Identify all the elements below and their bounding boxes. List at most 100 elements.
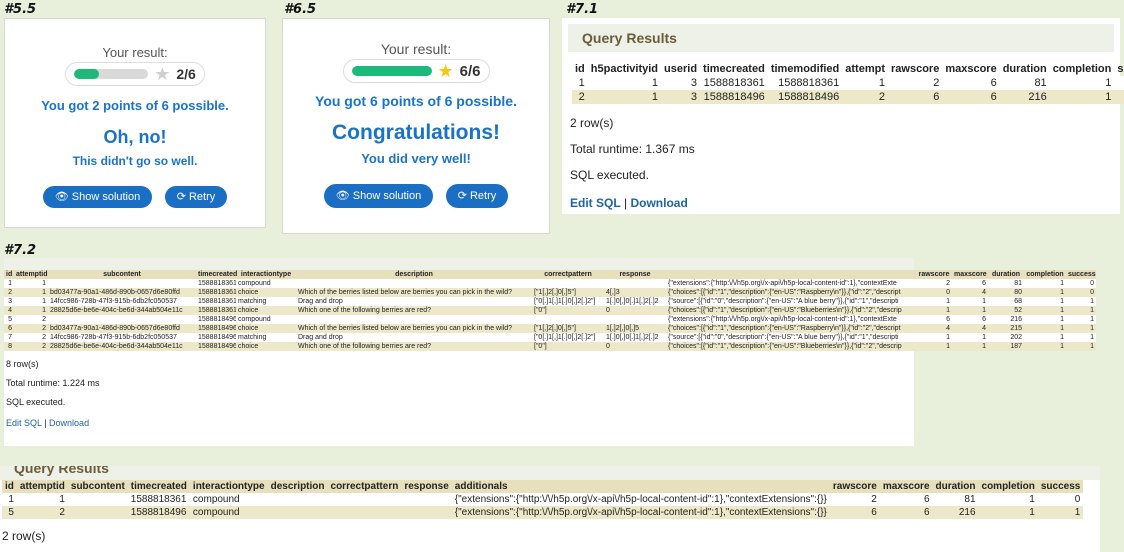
column-header: maxscore: [952, 270, 988, 279]
table-cell: 81: [988, 279, 1024, 288]
star-icon: ★: [437, 61, 454, 81]
show-solution-label: Show solution: [71, 191, 141, 203]
query-results-title-bar: [4, 258, 914, 270]
table-cell: 6: [952, 315, 988, 324]
column-header: timecreated: [196, 270, 238, 279]
table-cell: compound: [236, 315, 296, 324]
column-header: subcontent: [67, 480, 128, 493]
table-cell: 1: [1066, 297, 1096, 306]
column-header: rawscore: [891, 63, 940, 75]
column-header: success: [1037, 480, 1084, 493]
table-cell: {"source":[{"id":"0","description":{"en-…: [666, 297, 916, 306]
table-cell: 1: [4, 279, 14, 288]
table-cell: 2: [14, 333, 48, 342]
table-cell: 3: [4, 297, 14, 306]
table-cell: 1: [1114, 90, 1124, 104]
retry-button[interactable]: ⟳ Retry: [445, 184, 509, 208]
eye-icon: 👁︎: [335, 190, 350, 202]
table-cell: 1: [14, 288, 48, 297]
table-cell: 0: [604, 306, 666, 315]
table-cell: 2: [572, 90, 588, 104]
show-solution-button[interactable]: 👁︎ Show solution: [323, 184, 434, 208]
table-cell: {"extensions":{"http:\/\/h5p.org\/x-api\…: [451, 493, 830, 506]
edit-sql-link[interactable]: Edit SQL: [6, 418, 42, 428]
table-header-row: id attemptid subcontent timecreated interact…: [4, 270, 1096, 279]
table-cell: [604, 279, 666, 288]
table-cell: 1: [978, 506, 1038, 519]
table-cell: 1: [2, 493, 17, 506]
table-cell: 2: [14, 324, 48, 333]
table-row: 7 2 14fcc986-728b-47f3-915b-6db2fc050537 15…: [4, 333, 1096, 342]
table-cell: {"choices":[{"id":"1","description":{"en…: [666, 288, 916, 297]
column-header: id: [2, 480, 17, 493]
column-header: maxscore: [945, 63, 997, 75]
feedback-headline: Oh, no!: [103, 127, 167, 147]
table-cell: 4: [4, 306, 14, 315]
table-cell: ["0[.]1[,]1[.]0[,]2[.]2"]: [532, 333, 604, 342]
table-cell: {"extensions":{"http:\/\/h5p.org\/x-api\…: [666, 315, 916, 324]
table-cell: 1: [14, 279, 48, 288]
table-cell: 14fcc986-728b-47f3-915b-6db2fc050537: [48, 297, 196, 306]
table-cell: [48, 279, 196, 288]
table-cell: 68: [988, 297, 1024, 306]
table-cell: 1: [1049, 76, 1115, 90]
table-cell: 1: [1066, 306, 1096, 315]
column-header: id: [4, 270, 14, 279]
edit-sql-link[interactable]: Edit SQL: [570, 196, 621, 210]
table-cell: 1: [1066, 324, 1096, 333]
table-cell: Which of the berries listed below are be…: [296, 324, 532, 333]
progress-fill: [351, 66, 432, 76]
table-cell: 1[.]0[,]0[.]1[,]2[.]2: [604, 297, 666, 306]
table-cell: 1588818496: [196, 315, 236, 324]
table-cell: 1: [14, 297, 48, 306]
table-cell: 1588818361: [196, 288, 236, 297]
table-cell: 2: [14, 315, 48, 324]
column-header: maxscore: [879, 480, 933, 493]
table-cell: 0: [1114, 76, 1124, 90]
column-header: response: [604, 270, 666, 279]
retry-button[interactable]: ⟳ Retry: [164, 186, 228, 208]
table-cell: 216: [999, 90, 1050, 104]
table-cell: 1: [16, 493, 68, 506]
column-header: interactiontype: [189, 480, 268, 493]
column-header: timemodified: [770, 63, 840, 75]
table-cell: 6: [916, 315, 952, 324]
column-header: userid: [664, 63, 698, 75]
table-cell: 0: [916, 288, 952, 297]
table-cell: 5: [2, 506, 17, 519]
table-cell: choice: [236, 342, 296, 351]
show-solution-button[interactable]: 👁︎ Show solution: [42, 186, 153, 208]
column-header: attemptid: [14, 270, 48, 279]
result-card-fail: Your result: ★ 2/6 You got 2 points of 6…: [4, 18, 266, 228]
table-cell: 3: [661, 76, 701, 90]
column-header: timecreated: [127, 480, 190, 493]
table-cell: 1: [14, 306, 48, 315]
table-cell: choice: [236, 306, 296, 315]
button-row: 👁︎ Show solution ⟳ Retry: [5, 186, 265, 208]
table-cell: 2: [14, 342, 48, 351]
table-cell: 81: [932, 493, 979, 506]
table-cell: 2: [16, 506, 68, 519]
table-cell: matching: [236, 333, 296, 342]
table-cell: 1[,]2[,]0[,]5: [604, 324, 666, 333]
table-cell: [67, 493, 128, 506]
table-cell: [604, 315, 666, 324]
table-cell: 6: [942, 76, 1000, 90]
progress-fill: [74, 69, 99, 79]
table-cell: [532, 279, 604, 288]
table-cell: 1: [1024, 324, 1066, 333]
table-cell: 1: [1024, 279, 1066, 288]
download-link[interactable]: Download: [630, 196, 687, 210]
column-header: attempt: [845, 63, 885, 75]
table-cell: 1: [916, 342, 952, 351]
download-link[interactable]: Download: [49, 418, 89, 428]
table-row: 2 1 bd03477a-90a1-486d-890b-0657d6e80ffd 15…: [4, 288, 1096, 297]
table-cell: 80: [988, 288, 1024, 297]
row-count: 2 row(s): [570, 116, 614, 130]
table-cell: compound: [236, 279, 296, 288]
column-header: completion: [1052, 63, 1112, 75]
runtime-text: Total runtime: 1.367 ms: [570, 142, 695, 156]
retry-icon: ⟳: [457, 190, 467, 202]
score-bar: ★ 6/6: [342, 59, 490, 83]
query-results-title: Query Results: [568, 24, 1114, 52]
